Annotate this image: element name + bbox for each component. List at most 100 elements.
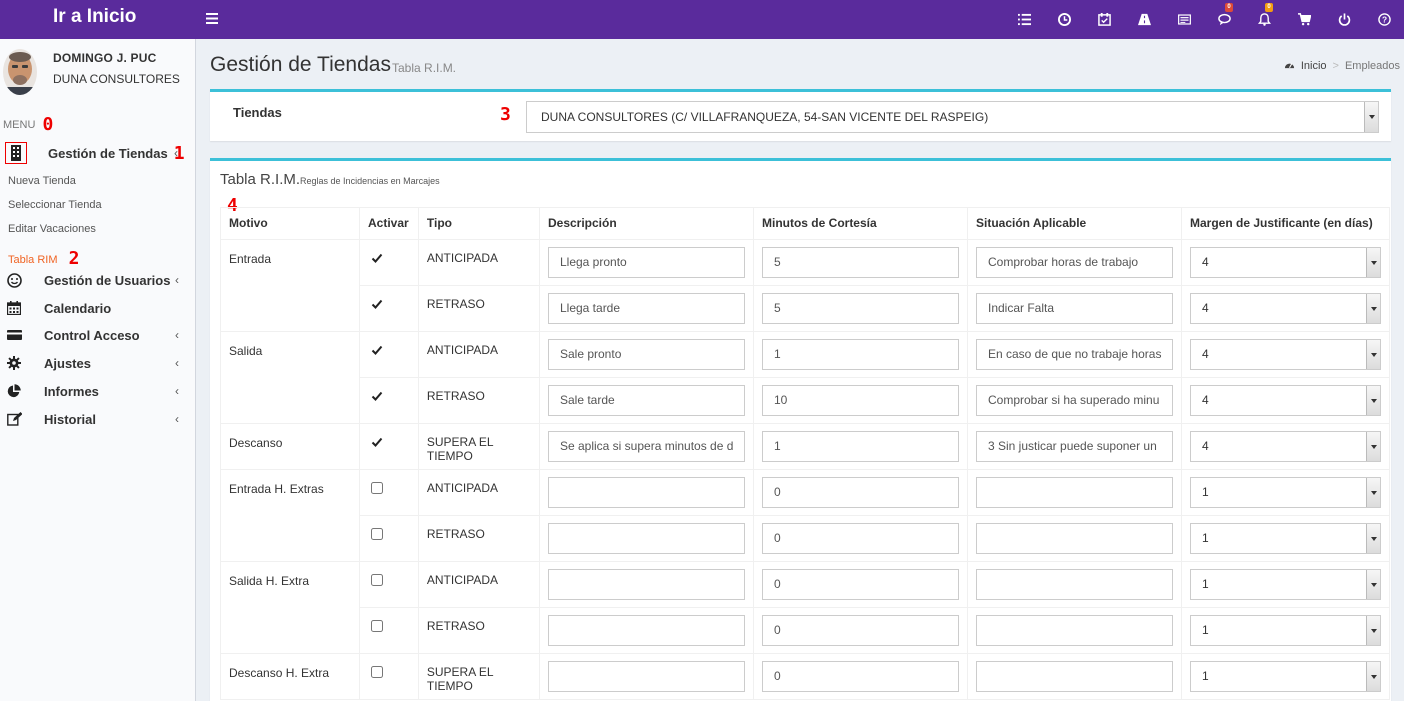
minutos-input[interactable]: 5	[761, 247, 959, 278]
minutos-cell: 0	[752, 607, 968, 654]
checkbox-checked[interactable]	[371, 298, 383, 310]
rim-table: Motivo Activar Tipo Descripción Minutos …	[220, 207, 1391, 700]
breadcrumb-home-link[interactable]: Inicio	[1301, 60, 1327, 72]
situacion-input[interactable]: En caso de que no trabaje horas	[975, 339, 1173, 370]
margen-select-value: 1	[1201, 485, 1209, 499]
subitem-seleccionar-tienda[interactable]: Seleccionar Tienda	[8, 199, 102, 211]
minutos-input[interactable]: 0	[761, 523, 959, 554]
minutos-input[interactable]: 5	[761, 293, 959, 324]
column-header: Tipo	[417, 207, 540, 240]
margen-select-value: 1	[1201, 531, 1209, 545]
user-company: DUNA CONSULTORES	[53, 72, 180, 86]
activar-cell	[358, 515, 419, 562]
situacion-input[interactable]	[975, 661, 1173, 692]
situacion-input[interactable]	[975, 569, 1173, 600]
subitem-tabla-rim[interactable]: Tabla RIM 2	[8, 247, 79, 269]
situacion-input[interactable]: Comprobar horas de trabajo	[975, 247, 1173, 278]
minutos-input[interactable]: 1	[761, 339, 959, 370]
subitem-nueva-tienda[interactable]: Nueva Tienda	[8, 175, 76, 187]
descripcion-input[interactable]	[547, 661, 745, 692]
table-row: Entrada H. Extras ANTICIPADA 0 1	[220, 469, 1391, 562]
descripcion-input[interactable]	[547, 477, 745, 508]
descripcion-input[interactable]	[547, 523, 745, 554]
situacion-input[interactable]	[975, 615, 1173, 646]
situacion-input[interactable]	[975, 477, 1173, 508]
minutos-input[interactable]: 1	[761, 431, 959, 462]
sidebar-item-control-acceso[interactable]: Control Acceso ‹	[0, 322, 195, 348]
calendar-check-icon[interactable]	[1084, 0, 1124, 39]
checkbox-checked[interactable]	[371, 436, 383, 448]
sidebar-item-label: Gestión de Tiendas	[48, 145, 168, 161]
comments-icon[interactable]: 0	[1204, 0, 1244, 39]
descripcion-input[interactable]	[547, 615, 745, 646]
minutos-input[interactable]: 0	[761, 615, 959, 646]
margen-select[interactable]: 1	[1189, 477, 1381, 508]
checkbox[interactable]	[370, 574, 383, 586]
annotation-mark: 3	[500, 104, 511, 125]
situacion-input[interactable]: Indicar Falta	[975, 293, 1173, 324]
descripcion-input[interactable]: Sale pronto	[547, 339, 745, 370]
margen-select[interactable]: 4	[1189, 293, 1381, 324]
tienda-select[interactable]: DUNA CONSULTORES (C/ VILLAFRANQUEZA, 54-…	[526, 101, 1379, 133]
sidebar-item-ajustes[interactable]: Ajustes ‹	[0, 350, 195, 376]
table-row: Entrada ANTICIPADA Llega pronto 5 Comprobar …	[220, 239, 1391, 332]
clock-icon[interactable]	[1044, 0, 1084, 39]
situacion-input[interactable]	[975, 523, 1173, 554]
minutos-cell: 5	[752, 239, 968, 286]
descripcion-input[interactable]	[547, 569, 745, 600]
descripcion-input[interactable]: Llega pronto	[547, 247, 745, 278]
margen-select[interactable]: 4	[1189, 385, 1381, 416]
checkbox-checked[interactable]	[371, 344, 383, 356]
bell-icon[interactable]: 0	[1244, 0, 1284, 39]
margen-select[interactable]: 1	[1189, 661, 1381, 692]
checkbox-checked[interactable]	[371, 390, 383, 402]
subitem-editar-vacaciones[interactable]: Editar Vacaciones	[8, 223, 96, 235]
situacion-cell: 3 Sin justicar puede suponer un	[966, 423, 1182, 470]
help-icon[interactable]: ?	[1364, 0, 1404, 39]
minutos-input[interactable]: 0	[761, 569, 959, 600]
descripcion-input[interactable]: Se aplica si supera minutos de d	[547, 431, 745, 462]
checkbox[interactable]	[370, 528, 383, 540]
margen-cell: 4	[1180, 239, 1391, 286]
minutos-input[interactable]: 0	[761, 661, 959, 692]
home-link[interactable]: Ir a Inicio	[0, 0, 196, 39]
chevron-left-icon: ‹	[174, 146, 178, 160]
checkbox[interactable]	[370, 482, 383, 494]
sidebar-item-informes[interactable]: Informes ‹	[0, 378, 195, 404]
table-row: RETRASO 0 1	[221, 515, 1391, 562]
descripcion-input[interactable]: Llega tarde	[547, 293, 745, 324]
top-navbar: Ir a Inicio 0 0 ?	[0, 0, 1404, 39]
checkbox[interactable]	[370, 620, 383, 632]
sidebar-toggle-icon[interactable]	[206, 11, 226, 29]
margen-select[interactable]: 4	[1189, 339, 1381, 370]
column-header: Motivo	[220, 207, 360, 240]
power-icon[interactable]	[1324, 0, 1364, 39]
id-card-icon[interactable]	[1164, 0, 1204, 39]
margen-select[interactable]: 4	[1189, 247, 1381, 278]
margen-cell: 4	[1180, 285, 1391, 332]
sidebar-item-gestion-tiendas[interactable]: Gestión de Tiendas 1 ‹	[0, 140, 195, 166]
sidebar-item-label: Informes	[44, 383, 99, 399]
minutos-input[interactable]: 0	[761, 477, 959, 508]
cart-icon[interactable]	[1284, 0, 1324, 39]
checkbox[interactable]	[370, 666, 383, 678]
situacion-input[interactable]: 3 Sin justicar puede suponer un	[975, 431, 1173, 462]
motivo-cell: Salida H. Extra	[220, 561, 360, 654]
sidebar-item-historial[interactable]: Historial ‹	[0, 406, 195, 432]
minutos-input[interactable]: 10	[761, 385, 959, 416]
margen-select[interactable]: 1	[1189, 569, 1381, 600]
situacion-cell: En caso de que no trabaje horas	[966, 331, 1182, 378]
margen-select[interactable]: 1	[1189, 523, 1381, 554]
situacion-input[interactable]: Comprobar si ha superado minu	[975, 385, 1173, 416]
sidebar-item-calendario[interactable]: Calendario	[0, 295, 195, 321]
descripcion-input[interactable]: Sale tarde	[547, 385, 745, 416]
margen-select[interactable]: 4	[1189, 431, 1381, 462]
road-icon[interactable]	[1124, 0, 1164, 39]
chevron-down-icon	[1365, 294, 1380, 323]
list-icon[interactable]	[1004, 0, 1044, 39]
chevron-down-icon	[1365, 570, 1380, 599]
sidebar-item-gestion-usuarios[interactable]: Gestión de Usuarios ‹	[0, 267, 195, 293]
minutos-cell: 0	[752, 653, 968, 700]
margen-select[interactable]: 1	[1189, 615, 1381, 646]
checkbox-checked[interactable]	[371, 252, 383, 264]
